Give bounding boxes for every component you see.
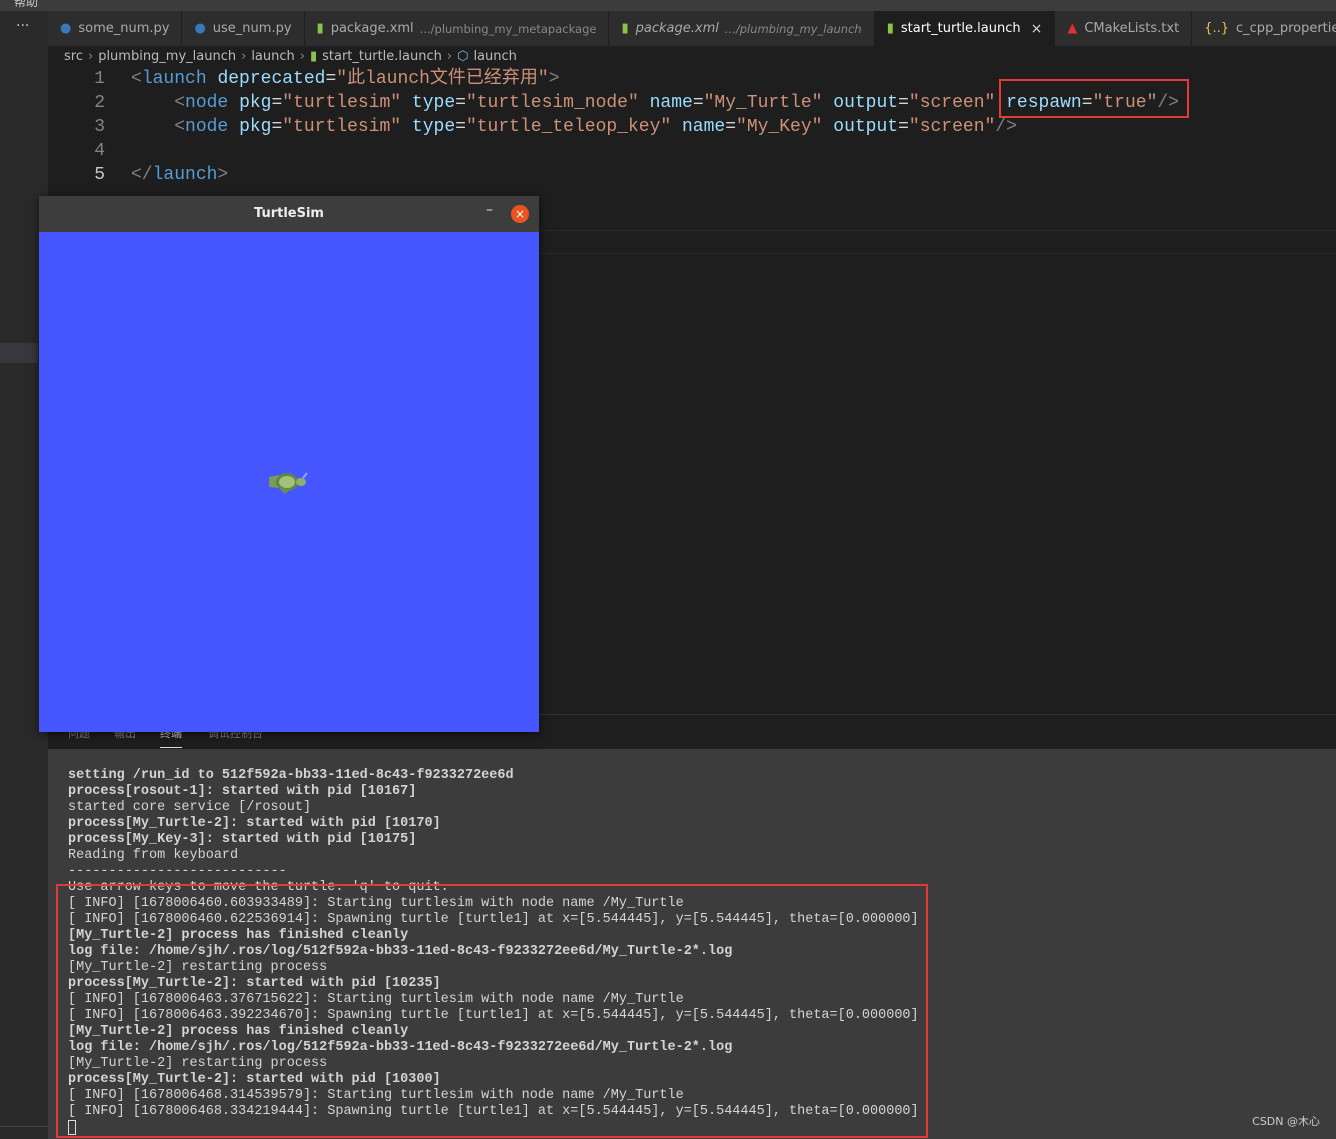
code-line-3: <node pkg="turtlesim" type="turtle_teleo… [174, 117, 1017, 137]
tab-c-cpp-properties[interactable]: {..} c_cpp_properties [1192, 11, 1336, 46]
chevron-right-icon: › [446, 49, 453, 64]
xml-file-icon: ▮ [309, 49, 318, 64]
xml-file-icon: ▮ [316, 21, 324, 36]
terminal-line: Reading from keyboard [68, 848, 239, 863]
tab-package-xml[interactable]: ▮ package.xml .../plumbing_my_metapackage [304, 11, 610, 46]
tab-some-num-py[interactable]: ● some_num.py [48, 11, 183, 46]
line-number: 1 [94, 69, 105, 89]
chevron-right-icon: › [241, 49, 247, 64]
tab-label: package.xml [635, 21, 719, 36]
line-number: 4 [94, 141, 105, 161]
close-icon[interactable]: × [1031, 21, 1043, 37]
line-number: 3 [94, 117, 105, 137]
window-title: TurtleSim [254, 206, 324, 221]
terminal-line: process[My_Key-3]: started with pid [101… [68, 832, 417, 847]
terminal-line: process[rosout-1]: started with pid [101… [68, 784, 417, 799]
tab-cmakelists-txt[interactable]: ▲ CMakeLists.txt [1055, 11, 1193, 46]
turtlesim-window: TurtleSim – × [39, 196, 539, 732]
tab-start-turtle-launch[interactable]: ▮ start_turtle.launch × [874, 11, 1056, 46]
divider [0, 1126, 48, 1127]
xml-file-icon: ▮ [886, 21, 894, 36]
code-line-5: </launch> [131, 165, 229, 185]
symbol-icon: ⬡ [457, 49, 469, 64]
menu-help[interactable]: 帮助 [14, 0, 38, 9]
minimize-button[interactable]: – [486, 202, 493, 218]
chevron-right-icon: › [299, 49, 305, 64]
tab-label: package.xml [330, 21, 414, 36]
code-line-1: <launch deprecated="此launch文件已经弃用"> [131, 69, 560, 89]
tab-label: some_num.py [78, 21, 170, 36]
line-number: 5 [94, 165, 105, 185]
tab-use-num-py[interactable]: ● use_num.py [182, 11, 305, 46]
xml-file-icon: ▮ [621, 21, 629, 36]
more-actions-icon[interactable]: ··· [16, 18, 29, 34]
breadcrumb-src[interactable]: src [64, 49, 83, 64]
tab-description: .../plumbing_my_metapackage [419, 21, 597, 36]
terminal-line: process[My_Turtle-2]: started with pid [… [68, 816, 441, 831]
highlight-box-terminal [56, 884, 928, 1138]
python-icon: ● [60, 21, 72, 36]
tab-label: c_cpp_properties [1236, 21, 1336, 36]
watermark: CSDN @木心 [1252, 1115, 1320, 1128]
breadcrumb-symbol[interactable]: launch [473, 49, 516, 64]
terminal-line: --------------------------- [68, 864, 287, 879]
terminal-line: setting /run_id to 512f592a-bb33-11ed-8c… [68, 768, 514, 783]
turtlesim-canvas [39, 232, 539, 732]
tab-label: start_turtle.launch [900, 21, 1021, 36]
tab-package-xml[interactable]: ▮ package.xml .../plumbing_my_launch [609, 11, 875, 46]
terminal-line: started core service [/rosout] [68, 800, 312, 815]
tab-label: CMakeLists.txt [1084, 21, 1180, 36]
line-number: 2 [94, 93, 105, 113]
cmake-icon: ▲ [1067, 21, 1078, 36]
close-button[interactable]: × [511, 205, 529, 223]
breadcrumb-package[interactable]: plumbing_my_launch [98, 49, 236, 64]
chevron-right-icon: › [87, 49, 94, 64]
breadcrumb-file[interactable]: start_turtle.launch [322, 49, 442, 64]
editor-tabs: ● some_num.py ● use_num.py ▮ package.xml .../p… [48, 11, 1336, 46]
tab-label: use_num.py [212, 21, 292, 36]
python-icon: ● [194, 21, 206, 36]
turtle-icon [269, 472, 308, 494]
menubar: 帮助 [0, 0, 1336, 11]
highlight-box-respawn [999, 79, 1189, 118]
json-icon: {..} [1204, 21, 1230, 36]
tab-description: .../plumbing_my_launch [724, 21, 862, 36]
breadcrumb: src › plumbing_my_launch › launch › ▮ start_… [64, 49, 517, 64]
activity-selected[interactable] [0, 343, 38, 363]
breadcrumb-launch-folder[interactable]: launch [251, 49, 294, 64]
